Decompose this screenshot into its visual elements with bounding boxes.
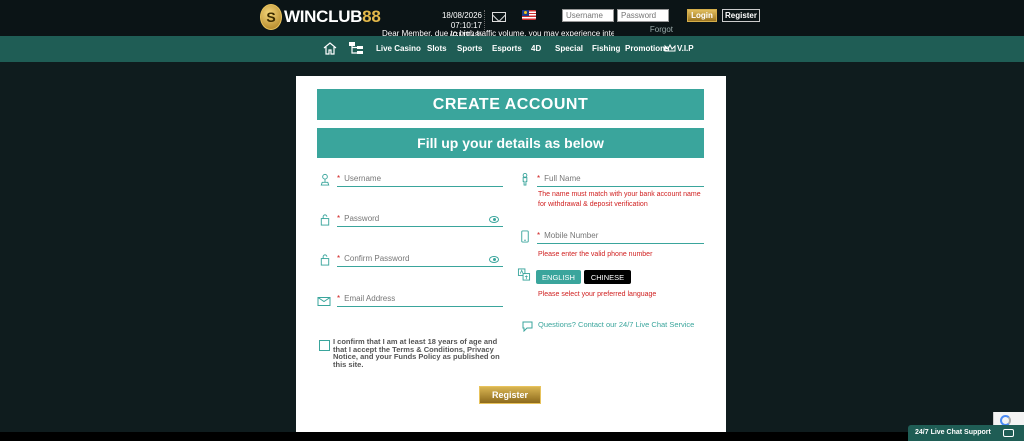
nav-special[interactable]: Special [555, 44, 583, 53]
required-mark: * [537, 174, 541, 183]
header-register-button[interactable]: Register [722, 9, 760, 22]
language-error: Please select your preferred language [538, 291, 657, 298]
logo-text-main: WINCLUB [284, 7, 363, 26]
confirm-password-placeholder: Confirm Password [344, 254, 410, 263]
required-mark: * [337, 174, 341, 183]
logo-badge-icon: S [260, 4, 282, 30]
required-mark: * [337, 294, 341, 303]
password-placeholder: Password [344, 214, 380, 223]
login-username-input[interactable] [562, 9, 614, 22]
terms-checkbox[interactable] [319, 340, 330, 351]
chat-icon[interactable] [1003, 429, 1014, 437]
email-icon [317, 297, 331, 306]
nav-esports[interactable]: Esports [492, 44, 522, 53]
mobile-number-placeholder: Mobile Number [544, 231, 599, 240]
nav-slots[interactable]: Slots [427, 44, 447, 53]
nav-4d[interactable]: 4D [531, 44, 541, 53]
mail-icon[interactable] [492, 12, 506, 22]
chat-bubble-icon [522, 321, 533, 332]
language-english-button[interactable]: ENGLISH [536, 270, 581, 284]
username-field[interactable]: * Username [337, 173, 503, 187]
footer-strip [0, 432, 1024, 441]
register-submit-button[interactable]: Register [479, 386, 541, 404]
live-chat-contact-link[interactable]: Questions? Contact our 24/7 Live Chat Se… [538, 320, 694, 329]
confirm-password-field[interactable]: * Confirm Password [337, 253, 503, 267]
mobile-number-error: Please enter the valid phone number [538, 251, 653, 258]
crown-icon [664, 44, 676, 52]
nav-live-casino[interactable]: Live Casino [376, 44, 421, 53]
show-password-eye-icon[interactable] [489, 216, 499, 223]
sitemap-icon[interactable] [348, 41, 364, 55]
logo-text-accent: 88 [362, 7, 381, 26]
username-placeholder: Username [344, 174, 382, 183]
language-icon [517, 268, 531, 281]
show-confirm-password-eye-icon[interactable] [489, 256, 499, 263]
malaysia-flag-icon[interactable] [522, 10, 536, 20]
required-mark: * [537, 231, 541, 240]
full-name-placeholder: Full Name [544, 174, 581, 183]
top-bar: S WINCLUB88 18/08/2026 07:10:17 (GMT+8) … [0, 0, 1024, 44]
email-field[interactable]: * Email Address [337, 293, 503, 307]
mobile-number-field[interactable]: * Mobile Number [537, 230, 704, 244]
full-name-error: The name must match with your bank accou… [538, 191, 701, 208]
terms-text: I confirm that I am at least 18 years of… [333, 337, 500, 369]
register-panel: CREATE ACCOUNT Fill up your details as b… [296, 76, 726, 432]
email-placeholder: Email Address [344, 294, 396, 303]
mobile-phone-icon [521, 230, 529, 243]
person-icon [522, 173, 528, 186]
full-name-field[interactable]: * Full Name [537, 173, 704, 187]
nav-promotions[interactable]: Promotions [625, 44, 669, 53]
language-chinese-button[interactable]: CHINESE [584, 270, 631, 284]
lock-icon [320, 254, 330, 266]
current-date: 18/08/2026 [441, 11, 482, 20]
logo-text: WINCLUB88 [284, 7, 381, 27]
page-title: CREATE ACCOUNT [317, 89, 704, 120]
lock-icon [320, 214, 330, 226]
password-field[interactable]: * Password [337, 213, 503, 227]
page-subtitle: Fill up your details as below [317, 128, 704, 158]
required-mark: * [337, 254, 341, 263]
required-mark: * [337, 214, 341, 223]
main-nav: Live Casino Slots Sports Esports 4D Spec… [0, 36, 1024, 62]
user-icon [320, 173, 330, 186]
recaptcha-icon[interactable] [993, 412, 1024, 426]
site-logo[interactable]: S WINCLUB88 [260, 2, 381, 32]
home-icon[interactable] [323, 41, 337, 55]
nav-sports[interactable]: Sports [457, 44, 482, 53]
nav-fishing[interactable]: Fishing [592, 44, 620, 53]
login-button[interactable]: Login [687, 9, 717, 22]
login-password-input[interactable] [617, 9, 669, 22]
nav-vip[interactable]: V.I.P [677, 44, 694, 53]
